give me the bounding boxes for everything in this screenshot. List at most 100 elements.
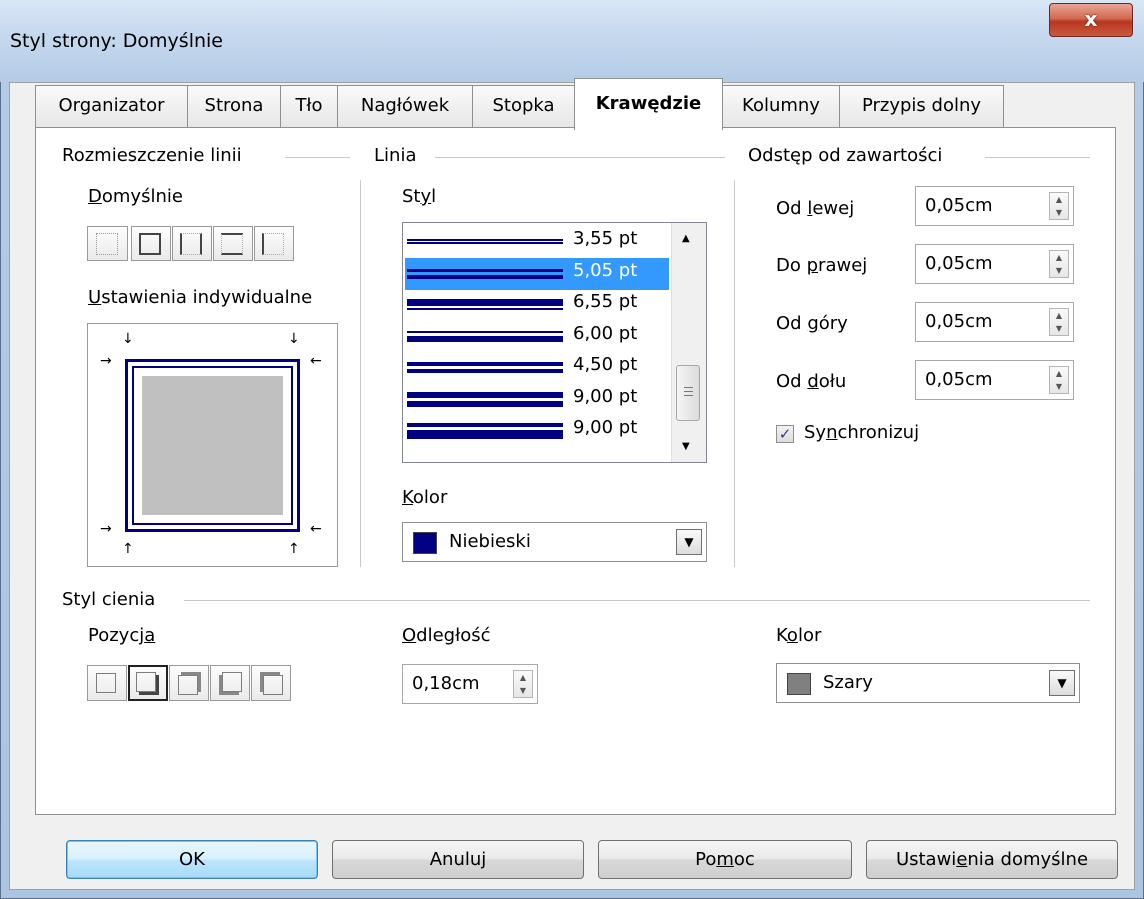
shadow-bottom-left-icon (222, 672, 242, 692)
color-swatch (413, 532, 437, 554)
line-style-item[interactable]: 6,55 pt (405, 289, 669, 321)
line-sample (407, 308, 563, 310)
line-sample (407, 391, 563, 398)
arrow-down-icon: ↓ (288, 331, 300, 347)
preset-none-button[interactable] (87, 226, 128, 261)
default-label: Domyślnie (88, 186, 183, 207)
section-divider (985, 157, 1090, 158)
spacing-right-label: Do prawej (776, 255, 868, 276)
section-divider (184, 600, 1090, 601)
line-style-value: 3,55 pt (573, 228, 638, 249)
line-style-value: 4,50 pt (573, 354, 638, 375)
tab-przypis-dolny[interactable]: Przypis dolny (839, 85, 1004, 128)
border-left-right-icon (180, 233, 202, 255)
preset-left-right-button[interactable] (172, 226, 212, 261)
arrow-left-icon: ← (310, 353, 322, 369)
line-style-value: 6,55 pt (573, 291, 638, 312)
spinner-arrows-icon[interactable]: ▲ ▼ (513, 670, 533, 698)
line-style-value: 9,00 pt (573, 417, 638, 438)
tab-krawedzie[interactable]: Krawędzie (574, 78, 723, 130)
ok-button[interactable]: OK (66, 840, 318, 879)
line-style-item[interactable]: 3,55 pt (405, 226, 669, 258)
line-style-scrollbar[interactable]: ▲ ▼ (671, 223, 706, 462)
border-left-icon (262, 233, 284, 255)
tab-strona[interactable]: Strona (187, 85, 281, 128)
line-sample (407, 268, 563, 272)
line-style-value: 6,00 pt (573, 322, 638, 344)
cancel-button[interactable]: Anuluj (332, 840, 584, 879)
scrollbar-thumb[interactable] (676, 365, 700, 421)
line-sample (407, 423, 563, 427)
reset-defaults-button[interactable]: Ustawienia domyślne (866, 840, 1118, 879)
spacing-bottom-field[interactable]: 0,05cm ▲ ▼ (915, 360, 1074, 400)
section-shadow: Styl cienia (62, 589, 164, 610)
tab-naglowek[interactable]: Nagłówek (337, 85, 473, 128)
shadow-color-label: Kolor (776, 625, 822, 646)
spacing-left-field[interactable]: 0,05cm ▲ ▼ (915, 186, 1074, 226)
shadow-none-icon (96, 673, 116, 693)
synchronize-checkbox[interactable]: ✓ (776, 425, 794, 443)
border-preview[interactable]: ↓ ↓ → ← → ← ↑ ↑ (87, 323, 338, 567)
shadow-top-right-button[interactable] (169, 665, 209, 701)
arrow-right-icon: → (100, 521, 112, 537)
preset-box-button[interactable] (131, 226, 171, 261)
spinner-arrows-icon[interactable]: ▲ ▼ (1049, 250, 1069, 278)
spinner-arrows-icon[interactable]: ▲ ▼ (1049, 192, 1069, 220)
spinner-arrows-icon[interactable]: ▲ ▼ (1049, 366, 1069, 394)
window-title: Styl strony: Domyślnie (10, 30, 223, 52)
shadow-distance-field[interactable]: 0,18cm ▲ ▼ (402, 664, 538, 704)
close-button[interactable]: x (1049, 3, 1133, 37)
shadow-color-value: Szary (823, 672, 873, 693)
help-button[interactable]: Pomoc (598, 840, 852, 879)
line-sample (407, 274, 563, 279)
line-color-dropdown[interactable]: Niebieski ▼ (402, 522, 707, 562)
spacing-left-label: Od lewej (776, 198, 855, 219)
spacing-top-field[interactable]: 0,05cm ▲ ▼ (915, 302, 1074, 342)
line-style-list[interactable]: 3,55 pt 5,05 pt 6,55 pt 6,00 pt 4,50 pt 9,00 … (402, 222, 707, 463)
line-style-item[interactable]: 5,05 pt (405, 257, 669, 290)
shadow-bottom-left-button[interactable] (210, 665, 250, 701)
line-style-item[interactable]: 6,00 pt (405, 321, 669, 353)
border-none-icon (96, 233, 118, 255)
arrow-left-icon: ← (310, 521, 322, 537)
line-style-item[interactable]: 9,00 pt (405, 384, 669, 416)
spacing-bottom-label: Od dołu (776, 371, 847, 392)
section-line-arrangement: Rozmieszczenie linii (62, 145, 250, 166)
tab-kolumny[interactable]: Kolumny (722, 85, 840, 128)
column-separator (734, 180, 735, 567)
spacing-top-label: Od góry (776, 313, 848, 334)
line-style-item[interactable]: 4,50 pt (405, 352, 669, 384)
arrow-up-icon: ↑ (122, 541, 134, 557)
style-label: Styl (402, 186, 437, 207)
chevron-down-icon[interactable]: ▼ (1049, 670, 1075, 696)
section-divider (435, 157, 725, 158)
preset-top-bottom-button[interactable] (213, 226, 253, 261)
scroll-up-icon[interactable]: ▲ (682, 233, 690, 244)
shadow-top-left-button[interactable] (251, 665, 291, 701)
preset-left-button[interactable] (254, 226, 294, 261)
shadow-none-button[interactable] (87, 665, 127, 701)
shadow-bottom-right-button[interactable] (128, 665, 168, 701)
line-sample (407, 242, 563, 244)
border-box-icon (139, 233, 161, 255)
tab-stopka[interactable]: Stopka (472, 85, 575, 128)
spinner-arrows-icon[interactable]: ▲ ▼ (1049, 308, 1069, 336)
individual-settings-label: Ustawienia indywidualne (88, 287, 313, 308)
shadow-bottom-right-icon (136, 672, 156, 692)
color-swatch (787, 673, 811, 695)
chevron-down-icon[interactable]: ▼ (676, 529, 702, 555)
tab-tlo[interactable]: Tło (280, 85, 338, 128)
shadow-distance-label: Odległość (402, 625, 491, 646)
spacing-right-field[interactable]: 0,05cm ▲ ▼ (915, 244, 1074, 284)
column-separator (360, 180, 361, 567)
arrow-up-icon: ↑ (288, 541, 300, 557)
scroll-down-icon[interactable]: ▼ (682, 441, 690, 452)
section-line: Linia (374, 145, 425, 166)
shadow-color-dropdown[interactable]: Szary ▼ (776, 663, 1080, 703)
line-sample (407, 362, 563, 366)
shadow-position-label: Pozycja (88, 625, 156, 646)
line-color-value: Niebieski (449, 531, 531, 552)
synchronize-label[interactable]: Synchronizuj (804, 422, 919, 443)
tab-organizator[interactable]: Organizator (35, 85, 188, 128)
line-style-item[interactable]: 9,00 pt (405, 415, 669, 447)
